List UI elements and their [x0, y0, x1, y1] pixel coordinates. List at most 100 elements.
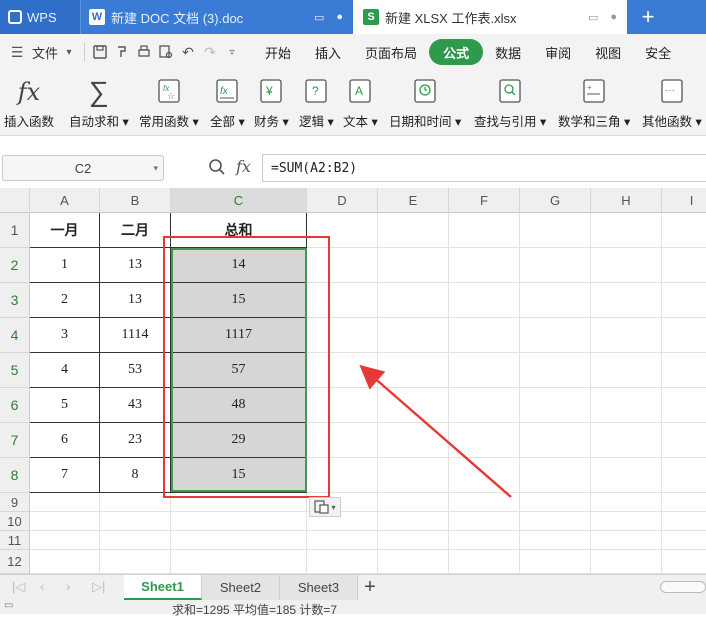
cell-b11[interactable] [100, 531, 171, 550]
cell-i12[interactable] [662, 550, 706, 574]
cell-g8[interactable] [520, 458, 591, 493]
new-tab-button[interactable]: + [627, 0, 669, 34]
tab-doc-document[interactable]: W 新建 DOC 文档 (3).doc ▭ ● [80, 0, 353, 34]
tab-xlsx-document[interactable]: S 新建 XLSX 工作表.xlsx ▭ ● [353, 0, 627, 34]
menu-view[interactable]: 视图 [583, 39, 633, 65]
cell-f6[interactable] [449, 388, 520, 423]
print-icon[interactable] [133, 41, 155, 63]
paste-options-button[interactable]: ▾ [309, 497, 341, 517]
cell-d12[interactable] [307, 550, 378, 574]
column-header-h[interactable]: H [591, 188, 662, 213]
cell-b3[interactable]: 13 [100, 283, 171, 318]
cell-b8[interactable]: 8 [100, 458, 171, 493]
cell-c6[interactable]: 48 [171, 388, 307, 423]
logical-functions-button[interactable]: ? 逻辑 ▾ [299, 76, 334, 130]
cell-i9[interactable] [662, 493, 706, 512]
autosum-button[interactable]: ∑ 自动求和 ▾ [69, 76, 129, 130]
column-header-b[interactable]: B [100, 188, 171, 213]
cell-e11[interactable] [378, 531, 449, 550]
insert-function-button[interactable]: fx 插入函数 [4, 76, 54, 130]
cell-h10[interactable] [591, 512, 662, 531]
cell-b6[interactable]: 43 [100, 388, 171, 423]
cell-h12[interactable] [591, 550, 662, 574]
column-header-a[interactable]: A [30, 188, 100, 213]
cell-a4[interactable]: 3 [30, 318, 100, 353]
cell-f9[interactable] [449, 493, 520, 512]
row-header-1[interactable]: 1 [0, 213, 30, 248]
column-header-i[interactable]: I [662, 188, 706, 213]
cell-g5[interactable] [520, 353, 591, 388]
cell-a7[interactable]: 6 [30, 423, 100, 458]
cell-g10[interactable] [520, 512, 591, 531]
hamburger-menu-icon[interactable]: ☰ [6, 41, 28, 63]
cell-a3[interactable]: 2 [30, 283, 100, 318]
cell-i8[interactable] [662, 458, 706, 493]
more-quick-access-icon[interactable]: ▿ [221, 41, 243, 63]
cell-f8[interactable] [449, 458, 520, 493]
row-header-9[interactable]: 9 [0, 493, 30, 512]
cell-h1[interactable] [591, 213, 662, 248]
file-menu[interactable]: 文件 [32, 43, 58, 62]
cell-b4[interactable]: 1114 [100, 318, 171, 353]
cell-b7[interactable]: 23 [100, 423, 171, 458]
cell-a6[interactable]: 5 [30, 388, 100, 423]
cell-i3[interactable] [662, 283, 706, 318]
cell-f10[interactable] [449, 512, 520, 531]
zoom-search-icon[interactable] [208, 158, 226, 179]
cell-e6[interactable] [378, 388, 449, 423]
cell-a10[interactable] [30, 512, 100, 531]
column-header-f[interactable]: F [449, 188, 520, 213]
cell-d11[interactable] [307, 531, 378, 550]
cell-c1[interactable]: 总和 [171, 213, 307, 248]
cell-i7[interactable] [662, 423, 706, 458]
cell-h7[interactable] [591, 423, 662, 458]
cell-c7[interactable]: 29 [171, 423, 307, 458]
column-header-g[interactable]: G [520, 188, 591, 213]
cell-c4[interactable]: 1117 [171, 318, 307, 353]
chevron-down-icon[interactable]: ▾ [153, 163, 158, 174]
row-header-3[interactable]: 3 [0, 283, 30, 318]
cell-h8[interactable] [591, 458, 662, 493]
text-functions-button[interactable]: A 文本 ▾ [343, 76, 378, 130]
cell-g11[interactable] [520, 531, 591, 550]
row-header-8[interactable]: 8 [0, 458, 30, 493]
menu-home[interactable]: 开始 [253, 39, 303, 65]
cell-g12[interactable] [520, 550, 591, 574]
menu-formulas[interactable]: 公式 [429, 39, 484, 65]
cell-e7[interactable] [378, 423, 449, 458]
cell-a9[interactable] [30, 493, 100, 512]
menu-data[interactable]: 数据 [483, 39, 533, 65]
cell-c12[interactable] [171, 550, 307, 574]
fx-insert-function-icon[interactable]: fx [236, 157, 251, 176]
add-sheet-button[interactable]: + [359, 575, 381, 600]
cell-g2[interactable] [520, 248, 591, 283]
cell-e12[interactable] [378, 550, 449, 574]
cell-f4[interactable] [449, 318, 520, 353]
cell-b10[interactable] [100, 512, 171, 531]
prev-sheet-icon[interactable]: ‹ [40, 579, 44, 594]
cell-f3[interactable] [449, 283, 520, 318]
lookup-reference-button[interactable]: 查找与引用 ▾ [474, 76, 546, 130]
name-box[interactable]: C2 ▾ [2, 155, 164, 181]
row-header-11[interactable]: 11 [0, 531, 30, 550]
monitor-icon[interactable]: ▭ [588, 11, 598, 24]
other-functions-button[interactable]: ··· 其他函数 ▾ [642, 76, 702, 130]
cell-h6[interactable] [591, 388, 662, 423]
last-sheet-icon[interactable]: ▷| [92, 579, 105, 595]
cell-h11[interactable] [591, 531, 662, 550]
cell-a1[interactable]: 一月 [30, 213, 100, 248]
cell-e8[interactable] [378, 458, 449, 493]
cell-e2[interactable] [378, 248, 449, 283]
cell-h5[interactable] [591, 353, 662, 388]
horizontal-scrollbar[interactable] [660, 581, 706, 593]
all-functions-button[interactable]: fx 全部 ▾ [210, 76, 245, 130]
cell-e3[interactable] [378, 283, 449, 318]
cell-h2[interactable] [591, 248, 662, 283]
monitor-icon[interactable]: ▭ [314, 11, 324, 24]
cell-d1[interactable] [307, 213, 378, 248]
cell-e9[interactable] [378, 493, 449, 512]
common-functions-button[interactable]: fx ☆ 常用函数 ▾ [139, 76, 199, 130]
row-header-2[interactable]: 2 [0, 248, 30, 283]
cell-c10[interactable] [171, 512, 307, 531]
cell-i1[interactable] [662, 213, 706, 248]
